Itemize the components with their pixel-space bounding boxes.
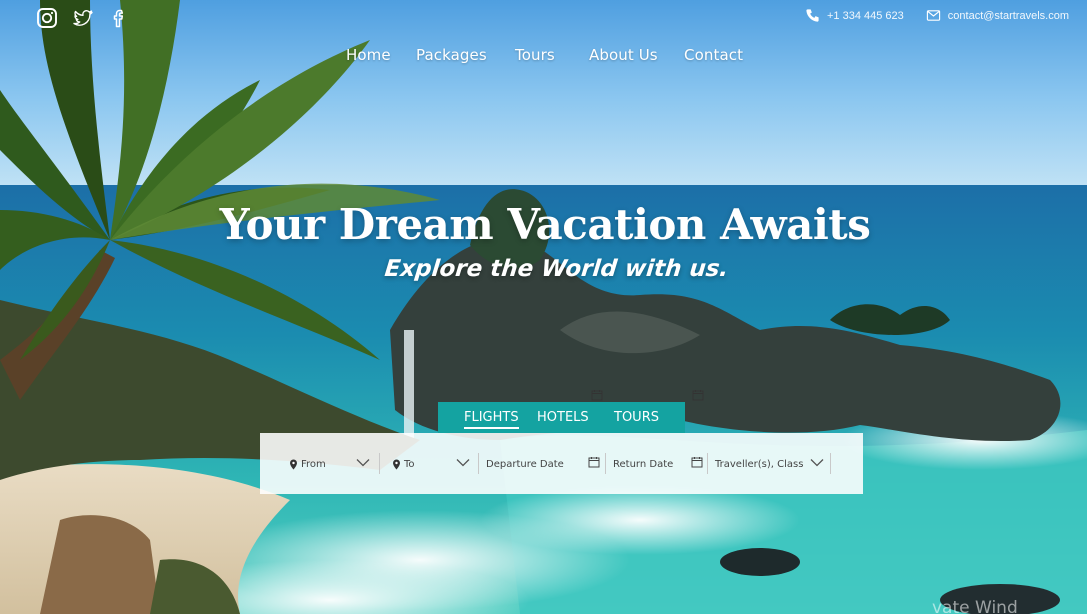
- phone-icon: [805, 8, 820, 23]
- location-pin-icon: [392, 459, 401, 470]
- email-address: contact@startravels.com: [947, 9, 1069, 22]
- calendar-icon: [591, 389, 603, 401]
- hero-background-image: [0, 0, 1087, 614]
- nav-item-home[interactable]: Home: [346, 46, 391, 64]
- phone-number: +1 334 445 623: [827, 9, 904, 22]
- nav-item-tours[interactable]: Tours: [515, 46, 555, 64]
- field-divider: [379, 453, 380, 474]
- hero-title: Your Dream Vacation Awaits: [219, 200, 871, 249]
- nav-item-contact[interactable]: Contact: [684, 46, 743, 64]
- main-nav: Home Packages Tours About Us Contact: [0, 46, 1087, 66]
- contact-bar: +1 334 445 623 contact@startravels.com: [805, 8, 1069, 23]
- nav-item-about-us[interactable]: About Us: [589, 46, 658, 64]
- return-date-field[interactable]: Return Date: [613, 455, 673, 473]
- watermark: vate Wind: [932, 598, 1018, 614]
- calendar-icon[interactable]: [691, 456, 703, 468]
- instagram-icon[interactable]: [36, 7, 58, 29]
- social-links: [36, 7, 130, 29]
- to-placeholder: To: [404, 458, 415, 470]
- field-divider: [478, 453, 479, 474]
- tab-flights[interactable]: FLIGHTS: [464, 410, 519, 429]
- tab-tours[interactable]: TOURS: [614, 410, 659, 425]
- chevron-down-icon[interactable]: [356, 458, 370, 467]
- departure-date-field[interactable]: Departure Date: [486, 455, 564, 473]
- twitter-icon[interactable]: [72, 7, 94, 29]
- from-placeholder: From: [301, 458, 326, 470]
- chevron-down-icon[interactable]: [810, 458, 824, 467]
- from-field[interactable]: From: [289, 455, 326, 473]
- travellers-class-field[interactable]: Traveller(s), Class: [715, 455, 803, 473]
- nav-item-packages[interactable]: Packages: [416, 46, 487, 64]
- search-tabs: FLIGHTS HOTELS TOURS: [438, 402, 685, 433]
- to-field[interactable]: To: [392, 455, 415, 473]
- calendar-icon: [692, 389, 704, 401]
- location-pin-icon: [289, 459, 298, 470]
- contact-email[interactable]: contact@startravels.com: [926, 8, 1069, 23]
- tab-hotels[interactable]: HOTELS: [537, 410, 589, 425]
- travellers-placeholder: Traveller(s), Class: [715, 458, 804, 470]
- hero-subtitle: Explore the World with us.: [383, 256, 730, 282]
- mail-icon: [926, 8, 941, 23]
- field-divider: [707, 453, 708, 474]
- field-divider: [830, 453, 831, 474]
- calendar-icon[interactable]: [588, 456, 600, 468]
- return-placeholder: Return Date: [613, 458, 674, 470]
- field-divider: [605, 453, 606, 474]
- chevron-down-icon[interactable]: [456, 458, 470, 467]
- facebook-icon[interactable]: [108, 7, 130, 29]
- flight-search-form: From To Departure Date Return Date Trave…: [260, 433, 863, 494]
- departure-placeholder: Departure Date: [486, 458, 564, 470]
- contact-phone[interactable]: +1 334 445 623: [805, 8, 904, 23]
